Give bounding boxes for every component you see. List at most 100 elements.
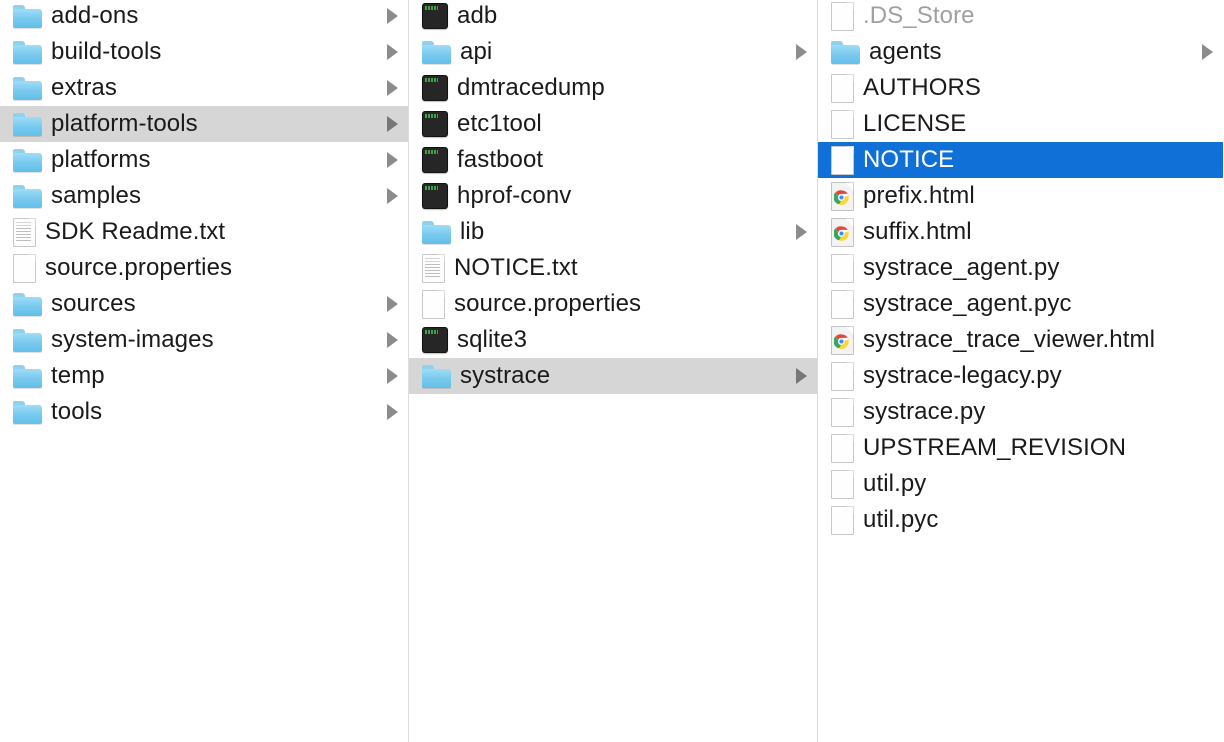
document-icon — [831, 289, 854, 319]
disclosure-chevron-icon[interactable] — [387, 8, 398, 24]
file-row[interactable]: AUTHORS — [818, 70, 1223, 106]
file-row[interactable]: systrace — [409, 358, 817, 394]
document-icon — [831, 469, 854, 499]
file-row[interactable]: temp — [0, 358, 408, 394]
file-name-label: systrace-legacy.py — [863, 363, 1062, 389]
file-row[interactable]: source.properties — [0, 250, 408, 286]
disclosure-chevron-icon[interactable] — [387, 188, 398, 204]
document-icon — [831, 253, 854, 283]
file-row[interactable]: NOTICE.txt — [409, 250, 817, 286]
file-row[interactable]: dmtracedump — [409, 70, 817, 106]
folder-icon — [422, 364, 451, 388]
folder-icon — [13, 292, 42, 316]
disclosure-chevron-icon[interactable] — [796, 224, 807, 240]
chrome-html-document-icon — [831, 181, 854, 211]
file-row[interactable]: extras — [0, 70, 408, 106]
file-name-label: tools — [51, 399, 103, 425]
file-row[interactable]: systrace_agent.pyc — [818, 286, 1223, 322]
disclosure-chevron-icon[interactable] — [387, 152, 398, 168]
disclosure-chevron-icon[interactable] — [387, 368, 398, 384]
file-row[interactable]: platform-tools — [0, 106, 408, 142]
file-row[interactable]: fastboot — [409, 142, 817, 178]
executable-icon — [422, 75, 448, 101]
disclosure-chevron-icon[interactable] — [1202, 44, 1213, 60]
file-name-label: sqlite3 — [457, 327, 528, 353]
file-row[interactable]: api — [409, 34, 817, 70]
document-icon — [831, 109, 854, 139]
file-row[interactable]: samples — [0, 178, 408, 214]
disclosure-chevron-icon[interactable] — [387, 116, 398, 132]
file-row[interactable]: tools — [0, 394, 408, 430]
file-row[interactable]: prefix.html — [818, 178, 1223, 214]
file-name-label: .DS_Store — [863, 3, 975, 29]
file-row[interactable]: NOTICE — [818, 142, 1223, 178]
file-row[interactable]: LICENSE — [818, 106, 1223, 142]
disclosure-chevron-icon[interactable] — [387, 80, 398, 96]
file-row[interactable]: UPSTREAM_REVISION — [818, 430, 1223, 466]
folder-icon — [13, 400, 42, 424]
file-name-label: systrace — [460, 363, 551, 389]
folder-icon — [13, 148, 42, 172]
executable-icon — [422, 3, 448, 29]
folder-icon — [13, 328, 42, 352]
document-icon — [831, 433, 854, 463]
file-row[interactable]: add-ons — [0, 0, 408, 34]
file-name-label: add-ons — [51, 3, 139, 29]
file-name-label: platform-tools — [51, 111, 198, 137]
file-name-label: hprof-conv — [457, 183, 572, 209]
file-row[interactable]: util.pyc — [818, 502, 1223, 538]
chrome-html-document-icon — [831, 325, 854, 355]
file-row[interactable]: lib — [409, 214, 817, 250]
finder-column-1[interactable]: add-ons build-tools extras platform-tools pl… — [0, 0, 409, 742]
folder-icon — [13, 4, 42, 28]
file-row[interactable]: systrace_agent.py — [818, 250, 1223, 286]
file-row[interactable]: sqlite3 — [409, 322, 817, 358]
file-name-label: samples — [51, 183, 142, 209]
finder-column-3-list: .DS_Storeagents AUTHORS LICENSE NOTICE prefi… — [818, 0, 1223, 538]
file-row[interactable]: systrace_trace_viewer.html — [818, 322, 1223, 358]
document-icon — [831, 361, 854, 391]
file-row[interactable]: adb — [409, 0, 817, 34]
disclosure-chevron-icon[interactable] — [387, 44, 398, 60]
file-name-label: suffix.html — [863, 219, 972, 245]
disclosure-chevron-icon[interactable] — [387, 404, 398, 420]
finder-column-2[interactable]: adb api dmtracedump etc1tool fastboot hprof-c… — [409, 0, 818, 742]
file-row[interactable]: .DS_Store — [818, 0, 1223, 34]
file-row[interactable]: SDK Readme.txt — [0, 214, 408, 250]
executable-icon — [422, 111, 448, 137]
chrome-logo-icon — [833, 189, 849, 205]
disclosure-chevron-icon[interactable] — [796, 44, 807, 60]
file-name-label: agents — [869, 39, 942, 65]
file-row[interactable]: platforms — [0, 142, 408, 178]
file-row[interactable]: systrace.py — [818, 394, 1223, 430]
chrome-html-document-icon — [831, 217, 854, 247]
file-row[interactable]: build-tools — [0, 34, 408, 70]
disclosure-chevron-icon[interactable] — [796, 368, 807, 384]
file-row[interactable]: sources — [0, 286, 408, 322]
file-row[interactable]: agents — [818, 34, 1223, 70]
file-name-label: NOTICE.txt — [454, 255, 578, 281]
chrome-logo-icon — [833, 333, 849, 349]
disclosure-chevron-icon[interactable] — [387, 332, 398, 348]
disclosure-chevron-icon[interactable] — [387, 296, 398, 312]
file-name-label: systrace_agent.py — [863, 255, 1060, 281]
document-icon — [831, 145, 854, 175]
file-row[interactable]: source.properties — [409, 286, 817, 322]
document-icon — [831, 73, 854, 103]
file-row[interactable]: suffix.html — [818, 214, 1223, 250]
file-name-label: util.py — [863, 471, 927, 497]
finder-column-1-list: add-ons build-tools extras platform-tools pl… — [0, 0, 408, 430]
file-name-label: LICENSE — [863, 111, 967, 137]
file-name-label: source.properties — [45, 255, 233, 281]
file-row[interactable]: systrace-legacy.py — [818, 358, 1223, 394]
file-name-label: systrace_agent.pyc — [863, 291, 1072, 317]
file-row[interactable]: etc1tool — [409, 106, 817, 142]
file-row[interactable]: util.py — [818, 466, 1223, 502]
file-row[interactable]: system-images — [0, 322, 408, 358]
finder-column-3[interactable]: .DS_Storeagents AUTHORS LICENSE NOTICE prefi… — [818, 0, 1223, 742]
file-row[interactable]: hprof-conv — [409, 178, 817, 214]
file-name-label: AUTHORS — [863, 75, 982, 101]
folder-icon — [13, 112, 42, 136]
file-name-label: sources — [51, 291, 136, 317]
text-document-icon — [422, 253, 445, 283]
